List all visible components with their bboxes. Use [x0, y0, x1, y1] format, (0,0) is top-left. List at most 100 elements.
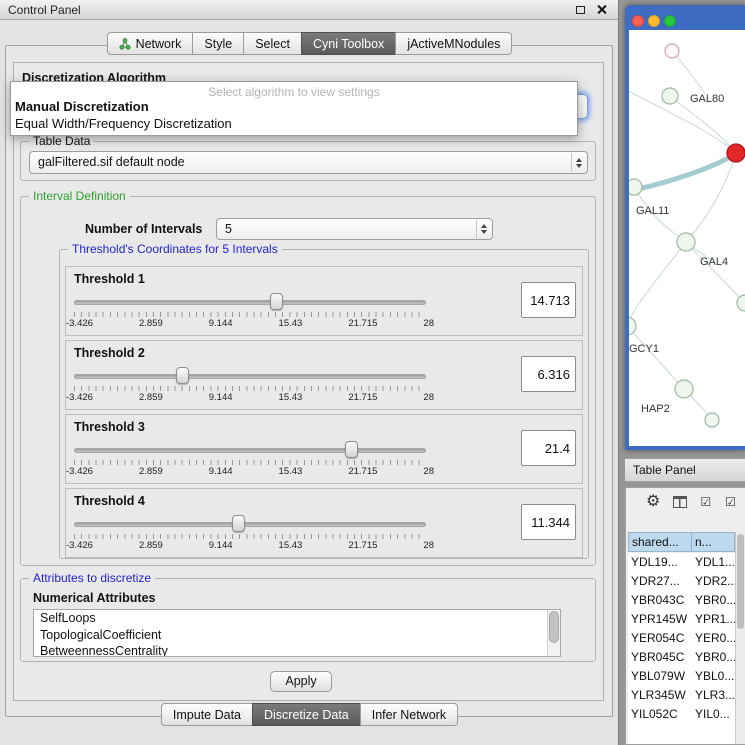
slider-track[interactable]	[74, 522, 426, 527]
tab-style[interactable]: Style	[192, 32, 244, 55]
bottom-tab-strip: Impute Data Discretize Data Infer Networ…	[0, 703, 619, 726]
num-intervals-combobox[interactable]: 5	[216, 218, 493, 240]
table-cell[interactable]: YDL1...	[692, 553, 735, 572]
column-header-shared-name[interactable]: shared...	[628, 532, 692, 552]
table-row[interactable]: YDL19... YDL1...	[628, 553, 735, 572]
close-traffic-icon[interactable]	[632, 15, 644, 27]
minimize-traffic-icon[interactable]	[648, 15, 660, 27]
node-label: GAL11	[636, 205, 669, 217]
table-row[interactable]: YLR345W YLR3...	[628, 686, 735, 705]
table-cell[interactable]: YDR2...	[692, 572, 735, 591]
slider-thumb[interactable]	[232, 515, 245, 532]
table-cell[interactable]: YBR0...	[692, 591, 735, 610]
table-panel-header[interactable]: Table Panel	[625, 458, 745, 482]
table-row[interactable]: YER054C YER0...	[628, 629, 735, 648]
scale-label: 9.144	[209, 318, 233, 329]
table-data-combobox[interactable]: galFiltered.sif default node	[29, 151, 588, 174]
table-cell[interactable]: YLR345W	[628, 686, 692, 705]
list-item[interactable]: SelfLoops	[34, 610, 560, 627]
table-cell[interactable]: YBR0...	[692, 648, 735, 667]
list-item[interactable]: BetweennessCentrality	[34, 643, 560, 657]
table-cell[interactable]: YPR145W	[628, 610, 692, 629]
control-panel-titlebar[interactable]: Control Panel	[0, 0, 618, 20]
threshold-4-value-field[interactable]: 11.344	[521, 504, 576, 540]
tab-network[interactable]: Network	[107, 32, 194, 55]
slider-scale-labels: -3.426 2.859 9.144 15.43 21.715 28	[66, 540, 434, 551]
tab-discretize-data[interactable]: Discretize Data	[252, 703, 361, 726]
threshold-2-value-field[interactable]: 6.316	[521, 356, 576, 392]
dropdown-option-manual[interactable]: Manual Discretization	[11, 98, 577, 115]
numerical-attributes-label: Numerical Attributes	[33, 591, 155, 605]
control-panel-window: Control Panel Network Style Select Cyni …	[0, 0, 619, 745]
select-none-checkbox-icon[interactable]: ☑	[725, 496, 737, 508]
maximize-traffic-icon[interactable]	[664, 15, 676, 27]
node-label: GAL4	[700, 256, 728, 268]
table-scrollbar[interactable]	[735, 532, 745, 744]
select-all-checkbox-icon[interactable]: ☑	[700, 496, 712, 508]
network-view-window[interactable]: GAL80 GAL11 GAL4 GCY1 HAP2	[625, 5, 745, 450]
threshold-1-slider[interactable]	[74, 293, 426, 311]
threshold-4-slider[interactable]	[74, 515, 426, 533]
gear-icon[interactable]: ⚙	[646, 494, 660, 510]
node-label: GAL80	[690, 93, 724, 105]
scale-label: 2.859	[139, 318, 163, 329]
table-cell[interactable]: YBL0...	[692, 667, 735, 686]
table-cell[interactable]: YIL052C	[628, 705, 692, 724]
network-canvas[interactable]: GAL80 GAL11 GAL4 GCY1 HAP2	[629, 30, 745, 446]
scrollbar-thumb[interactable]	[737, 534, 744, 629]
slider-track[interactable]	[74, 300, 426, 305]
combo-stepper-icon[interactable]	[571, 153, 586, 172]
table-cell[interactable]: YIL0...	[692, 705, 735, 724]
table-cell[interactable]: YER054C	[628, 629, 692, 648]
combo-stepper-icon[interactable]	[476, 220, 491, 238]
slider-track[interactable]	[74, 374, 426, 379]
columns-icon[interactable]	[673, 496, 687, 508]
table-cell[interactable]: YBR045C	[628, 648, 692, 667]
slider-thumb[interactable]	[176, 367, 189, 384]
slider-thumb[interactable]	[345, 441, 358, 458]
threshold-3-value-field[interactable]: 21.4	[521, 430, 576, 466]
threshold-2-slider[interactable]	[74, 367, 426, 385]
table-row[interactable]: YPR145W YPR1...	[628, 610, 735, 629]
dropdown-placeholder-option[interactable]: Select algorithm to view settings	[11, 82, 577, 98]
float-window-icon[interactable]	[576, 6, 585, 14]
selected-node[interactable]	[727, 144, 745, 162]
slider-track[interactable]	[74, 448, 426, 453]
tab-jactivemodules[interactable]: jActiveMNodules	[395, 32, 512, 55]
table-cell[interactable]: YPR1...	[692, 610, 735, 629]
scale-label: 2.859	[139, 540, 163, 551]
table-cell[interactable]: YBR043C	[628, 591, 692, 610]
attributes-list[interactable]: SelfLoops TopologicalCoefficient Between…	[33, 609, 561, 657]
table-cell[interactable]: YDL19...	[628, 553, 692, 572]
tab-impute-data[interactable]: Impute Data	[161, 703, 253, 726]
threshold-3-slider[interactable]	[74, 441, 426, 459]
table-row[interactable]: YDR27... YDR2...	[628, 572, 735, 591]
table-row[interactable]: YBR045C YBR0...	[628, 648, 735, 667]
table-cell[interactable]: YBL079W	[628, 667, 692, 686]
close-icon[interactable]	[596, 4, 607, 15]
scale-label: 21.715	[348, 392, 377, 403]
slider-thumb[interactable]	[270, 293, 283, 310]
table-row[interactable]: YIL052C YIL0...	[628, 705, 735, 724]
tab-infer-network[interactable]: Infer Network	[360, 703, 458, 726]
scrollbar-thumb[interactable]	[549, 611, 559, 643]
tab-cyni-toolbox[interactable]: Cyni Toolbox	[301, 32, 396, 55]
scale-label: 28	[423, 466, 434, 477]
scale-label: 2.859	[139, 466, 163, 477]
list-scrollbar[interactable]	[547, 610, 560, 656]
table-cell[interactable]: YLR3...	[692, 686, 735, 705]
thresholds-group: Threshold's Coordinates for 5 Intervals …	[59, 249, 589, 559]
tab-select-label: Select	[255, 37, 290, 51]
threshold-1-value-field[interactable]: 14.713	[521, 282, 576, 318]
column-header-name[interactable]: n...	[691, 532, 735, 552]
table-row[interactable]: YBL079W YBL0...	[628, 667, 735, 686]
apply-button[interactable]: Apply	[270, 671, 332, 692]
tab-select[interactable]: Select	[243, 32, 302, 55]
attributes-group-title: Attributes to discretize	[29, 571, 155, 585]
dropdown-option-equal-width[interactable]: Equal Width/Frequency Discretization	[11, 115, 577, 132]
table-cell[interactable]: YER0...	[692, 629, 735, 648]
table-row[interactable]: YBR043C YBR0...	[628, 591, 735, 610]
list-item[interactable]: TopologicalCoefficient	[34, 627, 560, 644]
table-cell[interactable]: YDR27...	[628, 572, 692, 591]
table-panel-window: ⚙ ☑ ☑ shared... n... YDL19... YDL1... YD…	[625, 487, 745, 745]
